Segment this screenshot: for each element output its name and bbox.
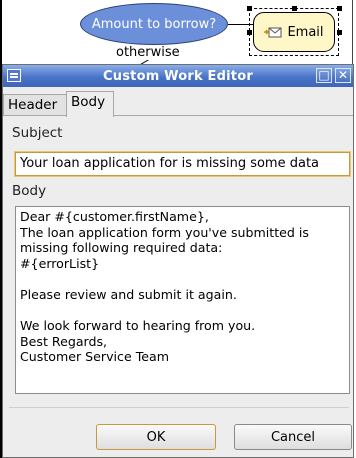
body-label: Body [12, 183, 47, 199]
selection-handle[interactable] [247, 6, 252, 11]
selection-handle[interactable] [337, 30, 342, 35]
tab-divider [3, 115, 353, 116]
selection-handle[interactable] [337, 6, 342, 11]
tab-body[interactable]: Body [66, 91, 114, 117]
email-icon [264, 26, 282, 39]
subject-label: Subject [12, 125, 63, 141]
selection-handle[interactable] [292, 6, 297, 11]
subject-field[interactable]: Your loan application for is missing som… [14, 151, 351, 177]
tab-header[interactable]: Header [3, 94, 67, 116]
dialog-titlebar[interactable]: Custom Work Editor □ ✕ [3, 65, 353, 87]
email-node[interactable]: Email [253, 12, 335, 52]
custom-work-editor-dialog: Custom Work Editor □ ✕ Header Body Subje… [2, 64, 354, 458]
email-node-label: Email [287, 24, 324, 40]
body-textarea[interactable]: Dear #{customer.firstName}, The loan app… [15, 206, 350, 394]
transition-label: otherwise [115, 45, 181, 60]
tab-bar: Header Body [3, 91, 353, 117]
close-button[interactable]: ✕ [335, 68, 351, 83]
window-menu-icon[interactable] [7, 69, 21, 82]
maximize-button[interactable]: □ [316, 68, 332, 83]
decision-node-label: Amount to borrow? [91, 16, 217, 32]
ok-button[interactable]: OK [96, 424, 216, 450]
dialog-title: Custom Work Editor [103, 68, 253, 84]
decision-node[interactable]: Amount to borrow? [80, 3, 228, 45]
button-separator [9, 407, 349, 408]
selection-handle[interactable] [247, 30, 252, 35]
cancel-button[interactable]: Cancel [234, 424, 352, 450]
